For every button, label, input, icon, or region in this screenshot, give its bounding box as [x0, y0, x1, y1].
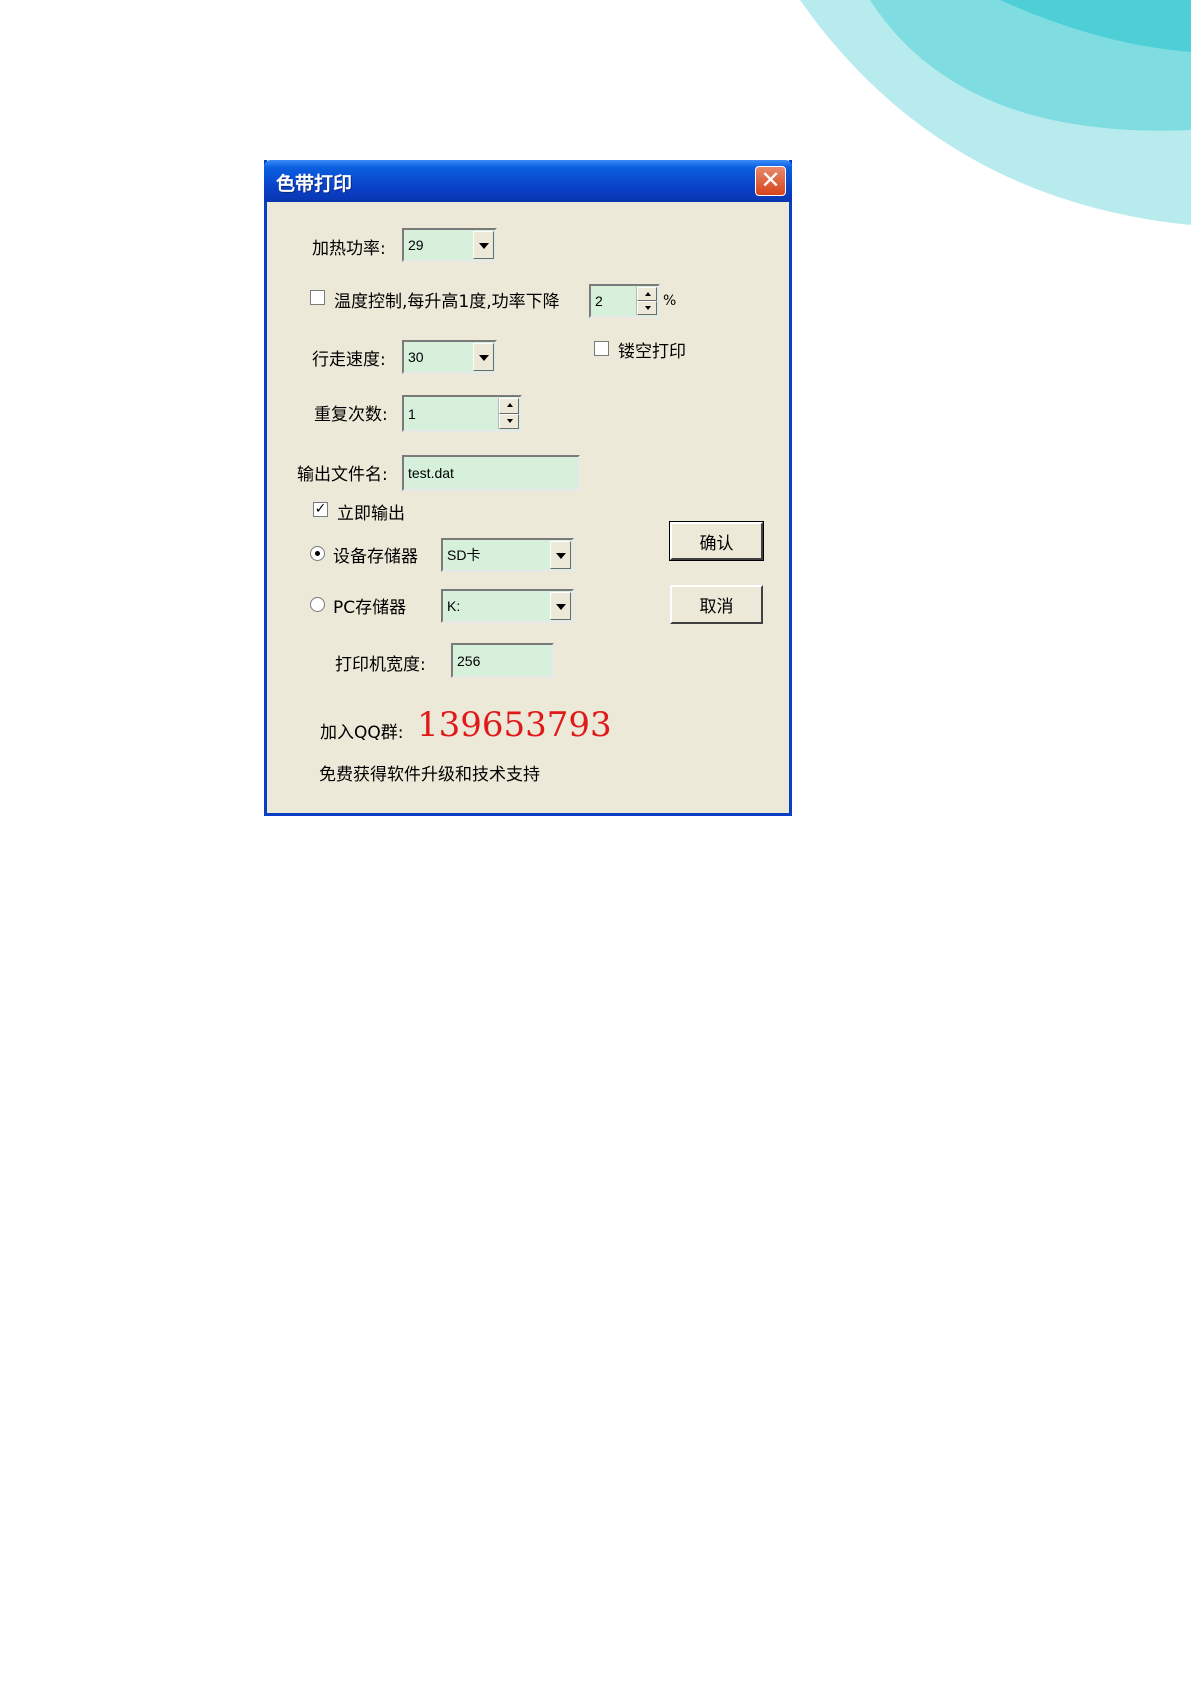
device-storage-label: 设备存储器 — [333, 547, 418, 567]
chevron-down-icon[interactable] — [550, 592, 571, 620]
output-now-checkbox[interactable]: ✓ — [313, 502, 328, 517]
heat-power-dropdown[interactable]: 29 — [402, 228, 497, 262]
spin-down-icon[interactable] — [637, 301, 657, 315]
spin-up-icon[interactable] — [499, 398, 519, 414]
cancel-button[interactable]: 取消 — [670, 585, 763, 624]
heat-power-label: 加热功率: — [312, 239, 386, 259]
qq-group-label: 加入QQ群: — [320, 723, 404, 743]
hollow-print-label: 镂空打印 — [618, 342, 686, 362]
qq-group-number: 139653793 — [417, 705, 612, 745]
spin-buttons[interactable] — [636, 287, 657, 315]
output-file-label: 输出文件名: — [297, 465, 388, 485]
percent-unit: % — [663, 293, 677, 309]
output-file-input[interactable]: test.dat — [402, 455, 580, 491]
walk-speed-dropdown[interactable]: 30 — [402, 340, 497, 374]
pc-storage-dropdown[interactable]: K: — [441, 589, 574, 623]
close-icon[interactable]: ✕ — [755, 166, 786, 196]
printer-width-label: 打印机宽度: — [335, 655, 426, 675]
spin-up-icon[interactable] — [637, 287, 657, 301]
confirm-button[interactable]: 确认 — [669, 521, 764, 561]
output-now-label: 立即输出 — [337, 504, 405, 524]
walk-speed-label: 行走速度: — [312, 350, 386, 370]
temp-control-label: 温度控制,每升高1度,功率下降 — [334, 292, 560, 312]
chevron-down-icon[interactable] — [473, 231, 494, 259]
device-storage-value: SD卡 — [447, 547, 481, 563]
repeat-count-value: 1 — [408, 405, 416, 422]
temp-control-checkbox[interactable] — [310, 290, 325, 305]
pc-storage-radio[interactable] — [310, 597, 325, 612]
dialog-titlebar: 色带打印 ✕ — [264, 160, 792, 202]
hollow-print-checkbox[interactable] — [594, 341, 609, 356]
device-storage-radio[interactable] — [310, 546, 325, 561]
walk-speed-value: 30 — [408, 349, 424, 365]
temp-control-stepper[interactable]: 2 — [589, 284, 660, 318]
repeat-count-label: 重复次数: — [314, 405, 388, 425]
pc-storage-value: K: — [447, 598, 461, 614]
device-storage-dropdown[interactable]: SD卡 — [441, 538, 574, 572]
heat-power-value: 29 — [408, 237, 424, 253]
temp-control-value: 2 — [595, 293, 603, 309]
dialog-title: 色带打印 — [276, 173, 353, 195]
chevron-down-icon[interactable] — [473, 343, 494, 371]
printer-width-input[interactable]: 256 — [451, 643, 554, 678]
repeat-count-stepper[interactable]: 1 — [402, 395, 522, 432]
output-file-value: test.dat — [408, 465, 454, 481]
chevron-down-icon[interactable] — [550, 541, 571, 569]
support-text: 免费获得软件升级和技术支持 — [319, 765, 540, 785]
printer-width-value: 256 — [457, 652, 481, 669]
ribbon-print-dialog: 色带打印 ✕ 加热功率: 29 温度控制,每升高1度,功率下降 2 % 行走速度… — [264, 160, 792, 816]
pc-storage-label: PC存储器 — [333, 598, 407, 618]
spin-buttons[interactable] — [498, 398, 519, 429]
spin-down-icon[interactable] — [499, 413, 519, 429]
